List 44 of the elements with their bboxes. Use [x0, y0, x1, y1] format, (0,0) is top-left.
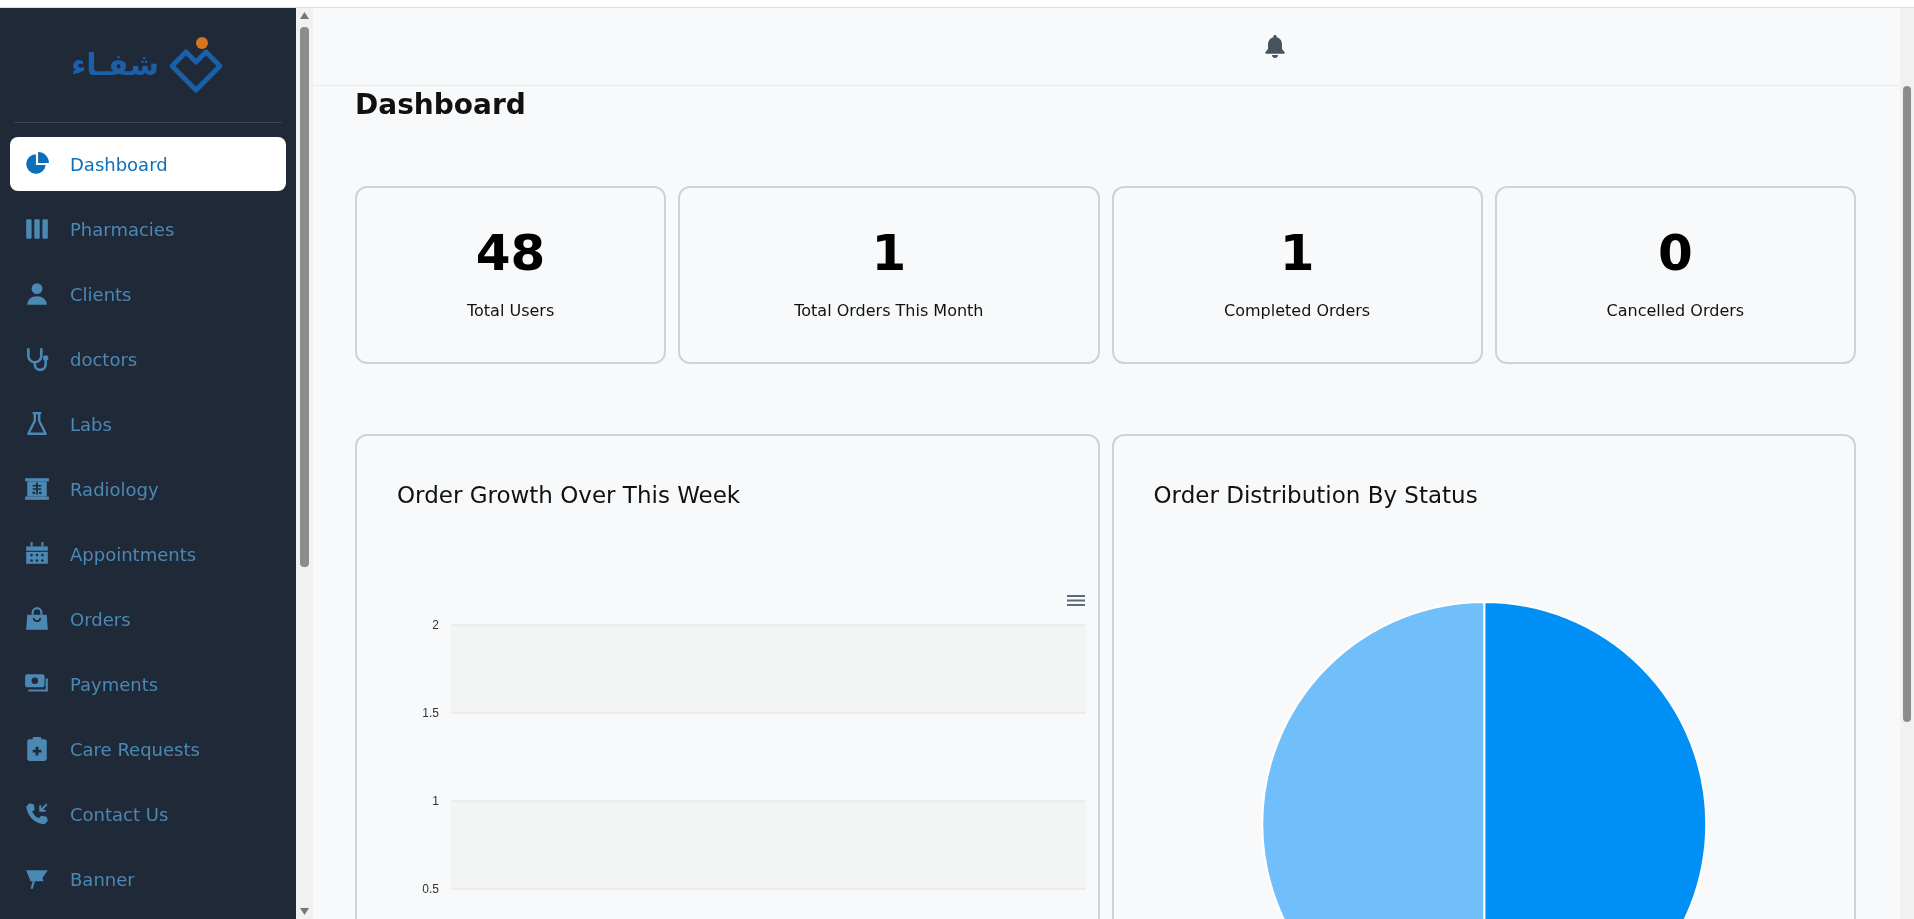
- sidebar-item[interactable]: Radiology: [10, 462, 286, 516]
- chart-title: Order Growth Over This Week: [396, 480, 742, 510]
- columns-icon: [24, 216, 50, 242]
- arrow-down-icon[interactable]: [300, 908, 309, 915]
- sidebar-item[interactable]: Care Requests: [10, 722, 286, 776]
- sidebar-item[interactable]: Labs: [10, 397, 286, 451]
- sidebar-item[interactable]: Banner: [10, 852, 286, 906]
- sidebar-item[interactable]: Pharmacies: [10, 202, 286, 256]
- page-title: Dashboard: [355, 88, 527, 122]
- stat-value: 1: [1279, 226, 1315, 282]
- axis-tick-label: 2: [432, 618, 439, 633]
- stat-value: 1: [871, 226, 907, 282]
- stat-label: Total Orders This Month: [794, 300, 984, 323]
- sidebar-item[interactable]: Contact Us: [10, 787, 286, 841]
- stat-value: 48: [475, 226, 546, 282]
- person-icon: [24, 281, 50, 307]
- x-ray-icon: [24, 476, 50, 502]
- clipboard-icon: [24, 736, 50, 762]
- stat-label: Total Users: [466, 300, 555, 323]
- sidebar-item[interactable]: Orders: [10, 592, 286, 646]
- sidebar-item[interactable]: Payments: [10, 657, 286, 711]
- notification-bell-icon[interactable]: [1262, 33, 1287, 60]
- stat-label: Completed Orders: [1224, 300, 1371, 323]
- sidebar-item[interactable]: doctors: [10, 332, 286, 386]
- chart-title: Order Distribution By Status: [1152, 480, 1479, 510]
- flask-icon: [24, 411, 50, 437]
- phone-icon: [24, 801, 50, 827]
- menu-icon[interactable]: [1067, 595, 1085, 607]
- sidebar-item[interactable]: Appointments: [10, 527, 286, 581]
- stat-value: 0: [1657, 226, 1693, 282]
- sidebar-item[interactable]: Clients: [10, 267, 286, 321]
- axis-tick-label: 1.5: [422, 706, 439, 721]
- stethoscope-icon: [24, 346, 50, 372]
- arrow-up-icon[interactable]: [300, 12, 309, 19]
- axis-tick-label: 1: [432, 794, 439, 809]
- shopping-bag-icon: [24, 606, 50, 632]
- brand-name: شفـاء: [71, 50, 159, 80]
- pie-chart-icon: [24, 151, 50, 177]
- sidebar-item[interactable]: Dashboard: [10, 137, 286, 191]
- stat-label: Cancelled Orders: [1606, 300, 1745, 323]
- scrollbar[interactable]: [1900, 8, 1914, 919]
- calendar-icon: [24, 541, 50, 567]
- scrollbar[interactable]: [296, 8, 313, 919]
- axis-tick-label: 0.5: [422, 882, 439, 897]
